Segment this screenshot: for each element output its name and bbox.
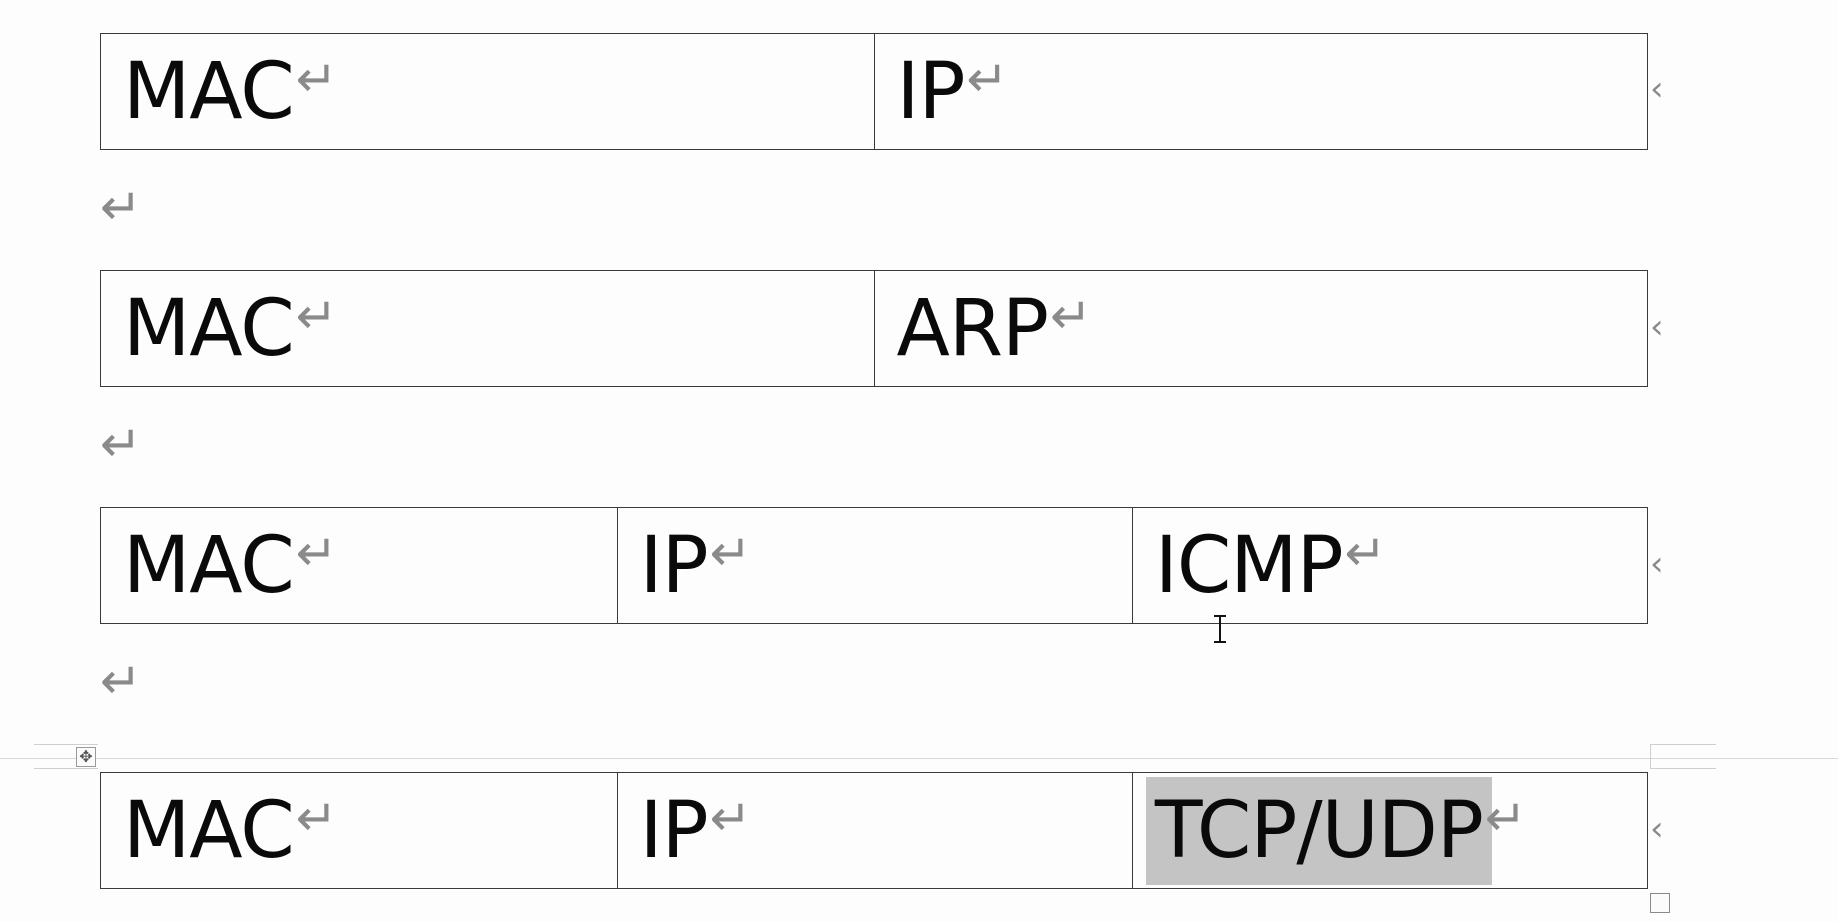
table-row: MAC↵ IP↵ TCP/UDP↵ [100,772,1649,889]
row-end-mark-icon: ‹ [1650,809,1664,849]
cell-end-mark-icon: ↵ [295,523,338,582]
cell-text: ICMP [1154,520,1344,611]
cell-end-mark-icon: ↵ [295,286,338,345]
cell-end-mark-icon: ↵ [295,49,338,108]
cell-end-mark-icon: ↵ [709,788,752,847]
cell-text: MAC [123,283,295,374]
corner-guide [34,768,98,769]
cell-text: MAC [123,785,295,876]
table-cell-mac[interactable]: MAC↵ [100,33,875,150]
cell-end-mark-icon: ↵ [1344,523,1387,582]
paragraph-mark-icon[interactable]: ↵ [100,419,142,469]
table-cell-ip[interactable]: IP↵ [873,33,1648,150]
table-cell-icmp[interactable]: ICMP↵ [1131,507,1649,624]
row-end-mark-icon: ‹ [1650,544,1664,584]
table-mac-ip: MAC↵ IP↵ [100,33,1648,150]
cell-text: MAC [123,520,295,611]
corner-guide [34,744,98,745]
text-i-beam-cursor [1214,615,1226,643]
table-row: MAC↵ ARP↵ [100,270,1648,387]
corner-guide [1650,744,1716,745]
table-mac-arp: MAC↵ ARP↵ [100,270,1648,387]
paragraph-mark-icon[interactable]: ↵ [100,182,142,232]
table-cell-arp[interactable]: ARP↵ [873,270,1648,387]
row-end-mark-icon: ‹ [1650,69,1664,109]
corner-guide [1650,744,1651,768]
table-guide-line [0,758,1838,759]
move-arrows-icon[interactable]: ✥ [76,747,96,767]
table-cell-ip[interactable]: IP↵ [616,772,1133,889]
paragraph-mark-icon[interactable]: ↵ [100,656,142,706]
cell-text: IP [639,785,709,876]
cell-end-mark-icon: ↵ [1050,286,1092,345]
cell-end-mark-icon: ↵ [295,788,338,847]
table-mac-ip-icmp: MAC↵ IP↵ ICMP↵ [100,507,1649,624]
table-row: MAC↵ IP↵ [100,33,1648,150]
table-cell-tcp-udp[interactable]: TCP/UDP↵ [1131,772,1649,889]
table-cell-mac[interactable]: MAC↵ [100,772,618,889]
table-mac-ip-tcpudp: MAC↵ IP↵ TCP/UDP↵ [100,772,1649,889]
cell-text: IP [896,46,966,137]
cell-text: IP [639,520,709,611]
resize-square-icon[interactable] [1650,893,1670,913]
row-end-mark-icon: ‹ [1650,307,1664,347]
table-cell-ip[interactable]: IP↵ [616,507,1133,624]
corner-guide [1650,768,1716,769]
cell-text: ARP [896,283,1050,374]
table-row: MAC↵ IP↵ ICMP↵ [100,507,1649,624]
table-cell-mac[interactable]: MAC↵ [100,270,875,387]
selected-cell-text[interactable]: TCP/UDP [1154,785,1484,876]
cell-end-mark-icon: ↵ [1484,788,1527,847]
cell-end-mark-icon: ↵ [966,49,1009,108]
cell-end-mark-icon: ↵ [709,523,752,582]
table-cell-mac[interactable]: MAC↵ [100,507,618,624]
cell-text: MAC [123,46,295,137]
